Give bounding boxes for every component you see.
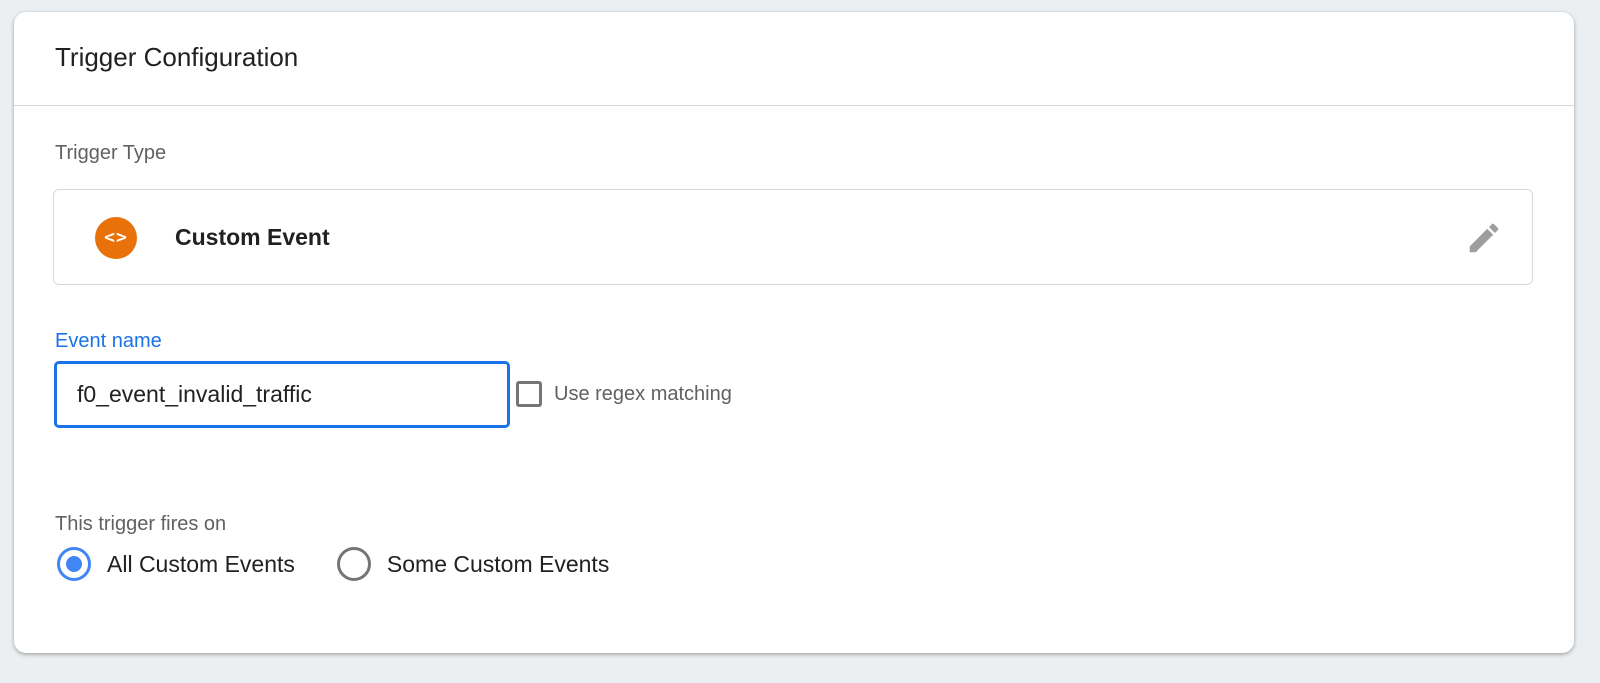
trigger-type-label: Trigger Type [55,142,167,164]
card-title: Trigger Configuration [55,42,299,72]
fires-on-label: This trigger fires on [55,513,227,535]
card-header: Trigger Configuration [14,12,1574,106]
fires-on-radio-group: All Custom Events Some Custom Events [57,546,651,582]
pencil-icon[interactable] [1465,219,1503,257]
radio-label-all: All Custom Events [107,550,295,577]
radio-option-all-custom-events[interactable]: All Custom Events [57,547,295,581]
radio-option-some-custom-events[interactable]: Some Custom Events [336,547,610,581]
radio-button-selected[interactable] [57,547,91,581]
event-name-input[interactable] [54,361,510,428]
trigger-type-selector[interactable]: <> Custom Event [53,189,1533,285]
radio-label-some: Some Custom Events [386,550,610,577]
regex-matching-checkbox-row[interactable]: Use regex matching [516,378,732,410]
radio-button-unselected[interactable] [336,547,371,581]
regex-checkbox-label: Use regex matching [554,382,732,405]
event-name-label: Event name [55,330,162,352]
regex-checkbox[interactable] [516,381,542,407]
code-brackets-icon: <> [95,217,137,259]
trigger-configuration-card: Trigger Configuration Trigger Type <> Cu… [14,12,1574,653]
trigger-type-name: Custom Event [175,224,330,250]
